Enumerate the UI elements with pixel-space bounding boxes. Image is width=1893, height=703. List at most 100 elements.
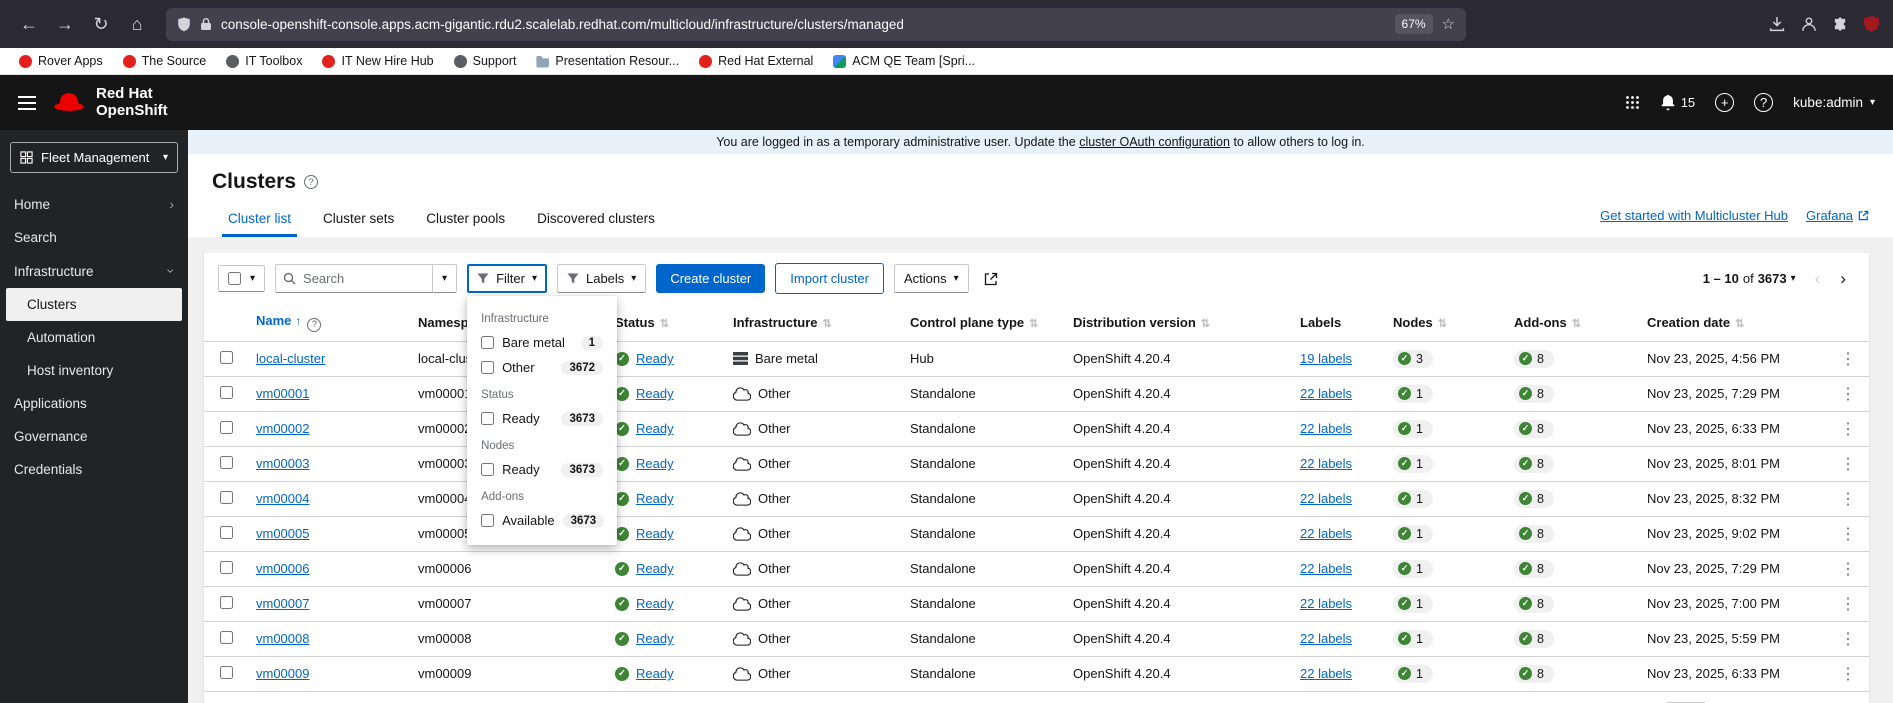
grafana-link[interactable]: Grafana <box>1806 208 1869 223</box>
ublock-extension-icon[interactable] <box>1864 16 1879 32</box>
hamburger-menu-icon[interactable] <box>18 96 36 110</box>
cluster-name-link[interactable]: vm00006 <box>256 561 309 576</box>
addons-available-badge[interactable]: ✓8 <box>1514 525 1554 543</box>
status-link[interactable]: Ready <box>636 351 674 366</box>
column-header-infrastructure[interactable]: Infrastructure⇅ <box>725 304 902 341</box>
sidebar-item-infrastructure[interactable]: Infrastructure› <box>0 254 188 288</box>
addons-available-badge[interactable]: ✓8 <box>1514 420 1554 438</box>
labels-link[interactable]: 22 labels <box>1300 561 1352 576</box>
bookmark-item[interactable]: Rover Apps <box>10 51 112 71</box>
filter-option-checkbox[interactable] <box>481 336 494 349</box>
bookmark-item[interactable]: IT New Hire Hub <box>313 51 442 71</box>
next-page-button[interactable]: › <box>1831 269 1855 289</box>
nodes-ready-badge[interactable]: ✓1 <box>1393 490 1433 508</box>
multicluster-hub-link[interactable]: Get started with Multicluster Hub <box>1600 208 1788 223</box>
column-help-icon[interactable]: ? <box>307 318 321 332</box>
nodes-ready-badge[interactable]: ✓1 <box>1393 630 1433 648</box>
sidebar-item-search[interactable]: Search <box>0 221 188 254</box>
bookmark-item[interactable]: Support <box>445 51 526 71</box>
filter-option-available[interactable]: Available3673 <box>467 508 617 533</box>
notifications-button[interactable]: 15 <box>1660 94 1695 111</box>
filter-option-bare-metal[interactable]: Bare metal1 <box>467 330 617 355</box>
row-actions-kebab-button[interactable]: ⋮ <box>1834 351 1862 368</box>
labels-link[interactable]: 22 labels <box>1300 386 1352 401</box>
downloads-icon[interactable] <box>1769 16 1785 32</box>
search-options-toggle[interactable]: ▾ <box>433 264 457 293</box>
extensions-icon[interactable] <box>1833 17 1848 32</box>
tracking-protection-shield-icon[interactable] <box>177 17 191 32</box>
row-actions-kebab-button[interactable]: ⋮ <box>1834 561 1862 578</box>
oauth-configuration-link[interactable]: cluster OAuth configuration <box>1079 135 1230 149</box>
help-icon[interactable]: ? <box>1754 93 1773 112</box>
column-header-distribution-version[interactable]: Distribution version⇅ <box>1065 304 1292 341</box>
url-bar[interactable]: console-openshift-console.apps.acm-gigan… <box>166 8 1466 41</box>
addons-available-badge[interactable]: ✓8 <box>1514 560 1554 578</box>
row-actions-kebab-button[interactable]: ⋮ <box>1834 666 1862 683</box>
home-icon[interactable]: ⌂ <box>122 9 152 39</box>
cluster-name-link[interactable]: vm00001 <box>256 386 309 401</box>
cluster-name-link[interactable]: vm00002 <box>256 421 309 436</box>
row-actions-kebab-button[interactable]: ⋮ <box>1834 596 1862 613</box>
sidebar-item-applications[interactable]: Applications <box>0 387 188 420</box>
previous-page-button[interactable]: ‹ <box>1806 269 1830 289</box>
addons-available-badge[interactable]: ✓8 <box>1514 630 1554 648</box>
status-link[interactable]: Ready <box>636 421 674 436</box>
tab-cluster-sets[interactable]: Cluster sets <box>307 202 410 237</box>
bulk-select-dropdown[interactable]: ▾ <box>218 265 265 292</box>
cluster-name-link[interactable]: vm00004 <box>256 491 309 506</box>
filter-option-ready[interactable]: Ready3673 <box>467 457 617 482</box>
addons-available-badge[interactable]: ✓8 <box>1514 350 1554 368</box>
url-text[interactable]: console-openshift-console.apps.acm-gigan… <box>221 17 1386 32</box>
nodes-ready-badge[interactable]: ✓3 <box>1393 350 1433 368</box>
nodes-ready-badge[interactable]: ✓1 <box>1393 595 1433 613</box>
status-link[interactable]: Ready <box>636 561 674 576</box>
cluster-name-link[interactable]: vm00005 <box>256 526 309 541</box>
nodes-ready-badge[interactable]: ✓1 <box>1393 560 1433 578</box>
labels-link[interactable]: 19 labels <box>1300 351 1352 366</box>
bookmark-item[interactable]: ACM QE Team [Spri... <box>824 51 984 71</box>
row-select-checkbox[interactable] <box>220 561 233 574</box>
quick-create-icon[interactable]: + <box>1715 93 1734 112</box>
row-select-checkbox[interactable] <box>220 456 233 469</box>
account-icon[interactable] <box>1801 16 1817 32</box>
row-actions-kebab-button[interactable]: ⋮ <box>1834 526 1862 543</box>
status-link[interactable]: Ready <box>636 526 674 541</box>
labels-link[interactable]: 22 labels <box>1300 491 1352 506</box>
status-link[interactable]: Ready <box>636 631 674 646</box>
column-header-control-plane-type[interactable]: Control plane type⇅ <box>902 304 1065 341</box>
row-actions-kebab-button[interactable]: ⋮ <box>1834 386 1862 403</box>
tab-discovered-clusters[interactable]: Discovered clusters <box>521 202 671 237</box>
forward-icon[interactable]: → <box>50 9 80 39</box>
status-link[interactable]: Ready <box>636 666 674 681</box>
reload-icon[interactable]: ↻ <box>86 9 116 39</box>
labels-dropdown-toggle[interactable]: Labels ▾ <box>557 264 646 293</box>
cluster-name-link[interactable]: vm00009 <box>256 666 309 681</box>
row-select-checkbox[interactable] <box>220 351 233 364</box>
cluster-name-link[interactable]: vm00007 <box>256 596 309 611</box>
filter-option-checkbox[interactable] <box>481 412 494 425</box>
sidebar-item-host-inventory[interactable]: Host inventory <box>0 354 188 387</box>
export-button[interactable] <box>979 267 1003 291</box>
labels-link[interactable]: 22 labels <box>1300 526 1352 541</box>
sidebar-item-credentials[interactable]: Credentials <box>0 453 188 486</box>
row-actions-kebab-button[interactable]: ⋮ <box>1834 456 1862 473</box>
row-actions-kebab-button[interactable]: ⋮ <box>1834 421 1862 438</box>
bookmark-item[interactable]: IT Toolbox <box>217 51 311 71</box>
bookmark-item[interactable]: Presentation Resour... <box>527 51 688 71</box>
user-menu[interactable]: kube:admin ▾ <box>1793 95 1875 110</box>
column-header-name[interactable]: Name↑? <box>248 304 410 341</box>
filter-option-checkbox[interactable] <box>481 514 494 527</box>
filter-option-checkbox[interactable] <box>481 361 494 374</box>
perspective-switcher[interactable]: Fleet Management ▾ <box>10 142 178 173</box>
addons-available-badge[interactable]: ✓8 <box>1514 595 1554 613</box>
status-link[interactable]: Ready <box>636 386 674 401</box>
bookmark-star-icon[interactable]: ☆ <box>1442 15 1455 33</box>
create-cluster-button[interactable]: Create cluster <box>656 264 765 293</box>
labels-link[interactable]: 22 labels <box>1300 666 1352 681</box>
search-input[interactable] <box>275 264 433 293</box>
sidebar-item-automation[interactable]: Automation <box>0 321 188 354</box>
actions-dropdown-toggle[interactable]: Actions ▾ <box>894 264 969 293</box>
row-select-checkbox[interactable] <box>220 631 233 644</box>
back-icon[interactable]: ← <box>14 9 44 39</box>
sidebar-item-governance[interactable]: Governance <box>0 420 188 453</box>
